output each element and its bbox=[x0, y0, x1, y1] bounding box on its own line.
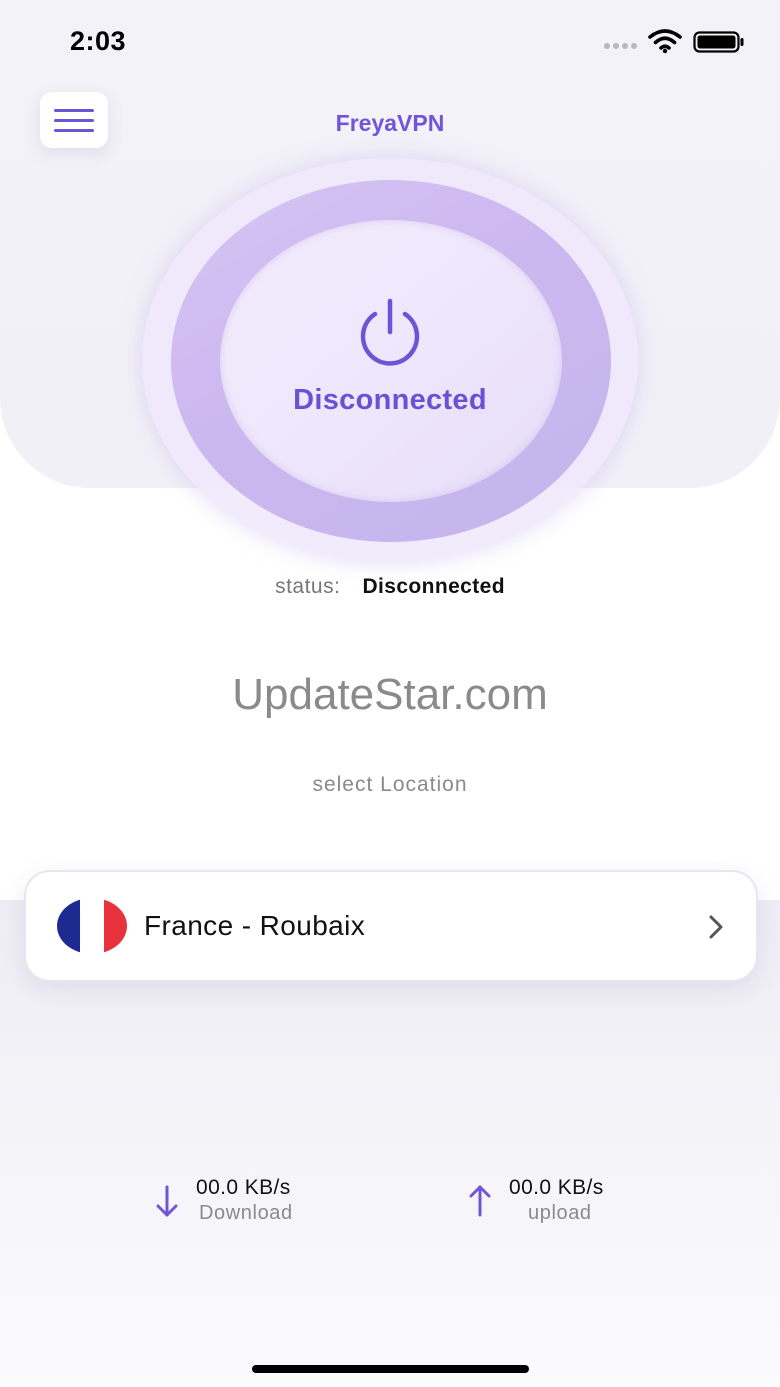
upload-speed: 00.0 KB/s bbox=[509, 1176, 604, 1199]
wifi-icon bbox=[648, 29, 682, 54]
arrow-down-icon bbox=[156, 1185, 178, 1217]
watermark: UpdateStar.com bbox=[232, 670, 548, 719]
cellular-signal-icon bbox=[604, 43, 637, 49]
status-value: Disconnected bbox=[362, 575, 505, 598]
select-location-label: select Location bbox=[312, 773, 468, 796]
status-time: 2:03 bbox=[70, 26, 127, 56]
battery-icon bbox=[693, 31, 744, 53]
status-bar: 2:03 bbox=[0, 0, 780, 80]
status-key: status: bbox=[275, 575, 341, 598]
chevron-right-icon bbox=[709, 915, 723, 939]
download-speed: 00.0 KB/s bbox=[196, 1176, 291, 1199]
app-title: FreyaVPN bbox=[335, 110, 445, 136]
download-label: Download bbox=[199, 1202, 293, 1224]
status-row: status: Disconnected bbox=[0, 575, 780, 599]
location-selector[interactable]: France - Roubaix bbox=[24, 870, 758, 982]
arrow-up-icon bbox=[469, 1185, 491, 1217]
power-icon[interactable] bbox=[351, 298, 429, 368]
connect-status-label[interactable]: Disconnected bbox=[0, 384, 780, 417]
upload-label: upload bbox=[528, 1202, 592, 1224]
location-name: France - Roubaix bbox=[144, 910, 366, 941]
france-flag-icon bbox=[57, 898, 127, 954]
home-indicator[interactable] bbox=[252, 1365, 529, 1373]
